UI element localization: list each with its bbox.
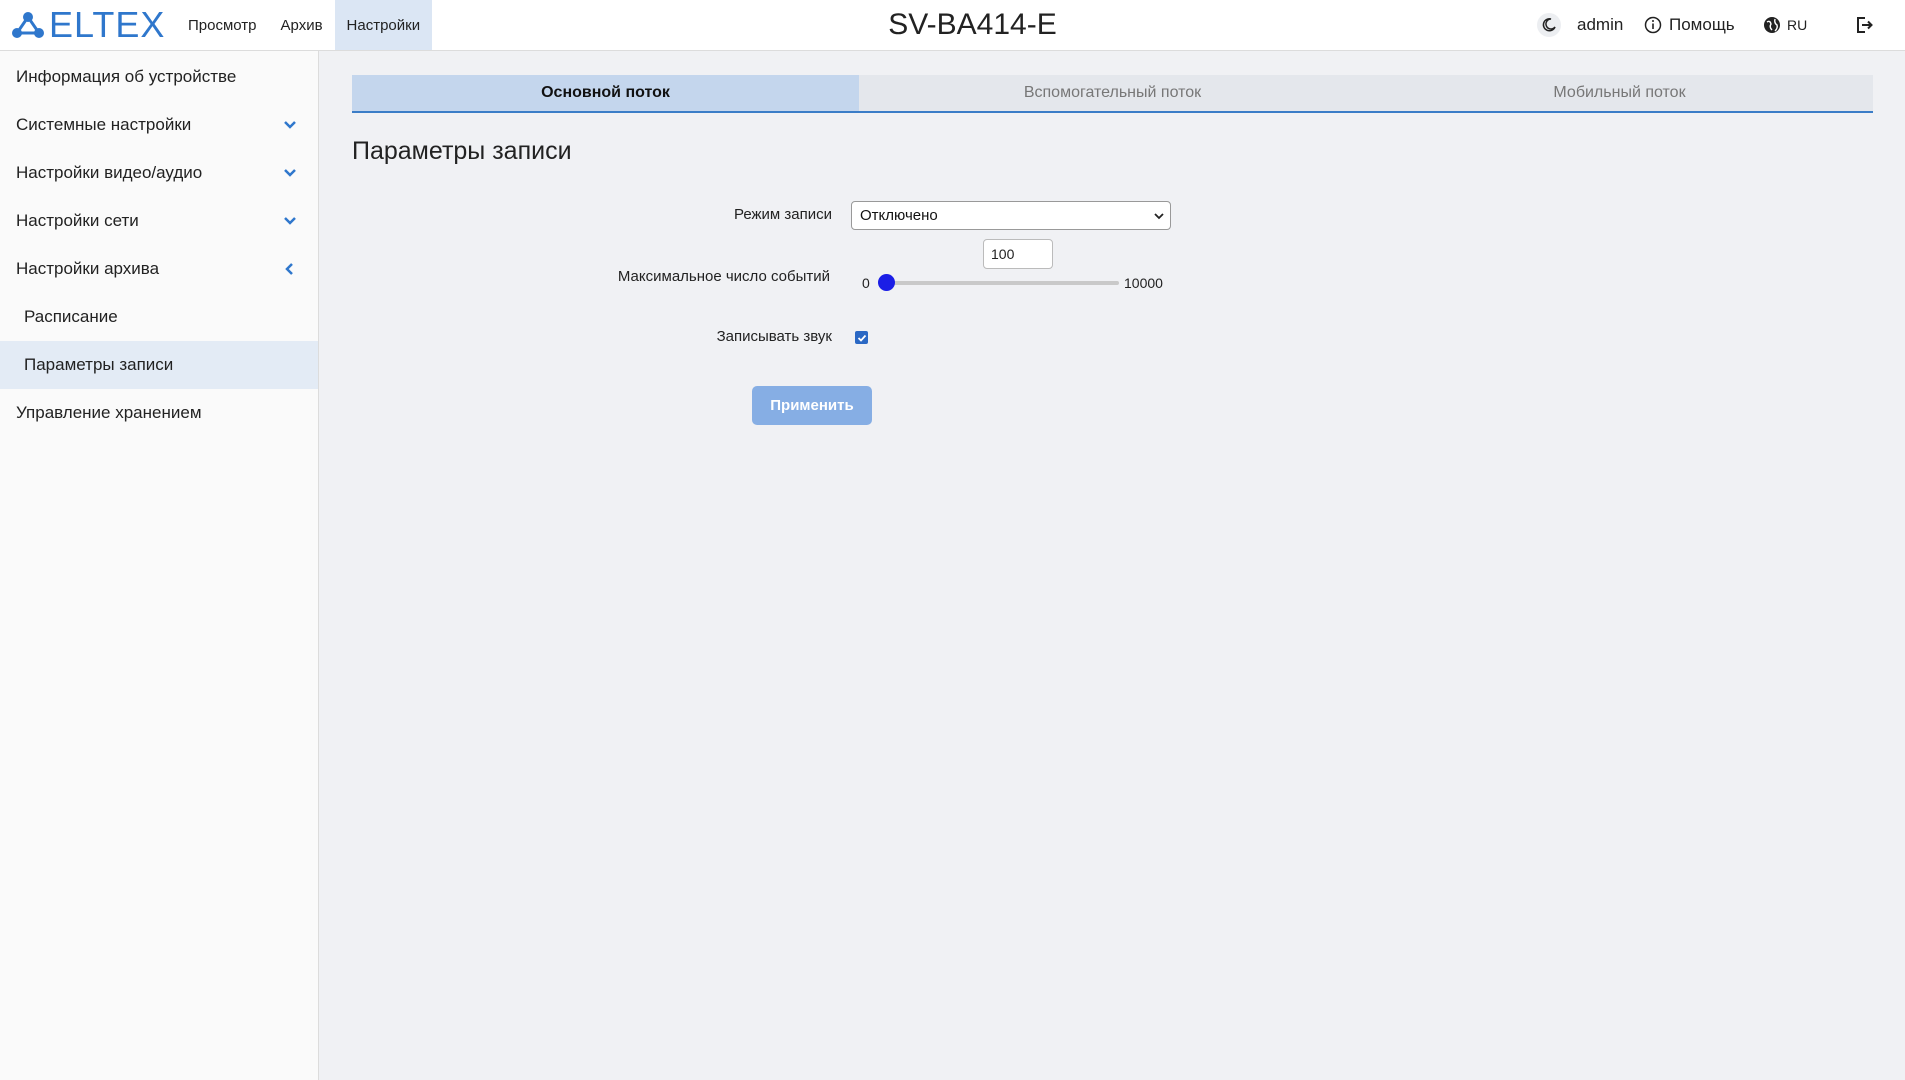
language-label: RU [1787, 17, 1808, 33]
chevron-down-icon [1154, 213, 1164, 220]
slider-max-label: 10000 [1124, 275, 1163, 291]
sidebar-item-storage[interactable]: Управление хранением [0, 389, 318, 437]
globe-icon [1764, 17, 1780, 33]
info-icon [1644, 16, 1662, 34]
max-events-input[interactable]: 100 [983, 239, 1053, 269]
chevron-down-icon [284, 169, 296, 177]
sidebar-item-label: Расписание [24, 307, 118, 326]
moon-icon [1542, 18, 1556, 32]
user-name[interactable]: admin [1577, 0, 1623, 50]
sidebar-item-label: Настройки видео/аудио [16, 163, 203, 182]
stream-tabs: Основной поток Вспомогательный поток Моб… [352, 75, 1873, 113]
slider-min-label: 0 [862, 275, 870, 291]
sidebar-item-label: Управление хранением [16, 403, 202, 422]
max-events-slider-thumb[interactable] [878, 274, 895, 291]
theme-toggle-button[interactable] [1537, 13, 1561, 37]
max-events-label: Максимальное число событий [617, 268, 830, 285]
tab-secondary-stream[interactable]: Вспомогательный поток [859, 75, 1366, 111]
sidebar-item-label: Настройки сети [16, 211, 139, 230]
sidebar-item-label: Настройки архива [16, 259, 160, 278]
chevron-down-icon [284, 217, 296, 225]
sidebar-item-network[interactable]: Настройки сети [0, 197, 318, 245]
sidebar-item-archive-settings[interactable]: Настройки архива [0, 245, 318, 293]
record-mode-value: Отключено [860, 207, 938, 224]
sidebar-item-record-params[interactable]: Параметры записи [0, 341, 318, 389]
record-mode-label: Режим записи [733, 206, 832, 223]
page-title: Параметры записи [352, 137, 572, 165]
sidebar-item-label: Параметры записи [24, 355, 174, 374]
sidebar: Информация об устройстве Системные настр… [0, 51, 319, 1080]
sidebar-item-system-settings[interactable]: Системные настройки [0, 101, 318, 149]
top-header: ELTEX Просмотр Архив Настройки SV-BA414-… [0, 0, 1905, 51]
help-link[interactable]: Помощь [1644, 0, 1735, 50]
max-events-slider-track[interactable] [878, 281, 1119, 285]
tab-main-stream[interactable]: Основной поток [352, 75, 859, 111]
chevron-down-icon [284, 121, 296, 129]
record-sound-label: Записывать звук [716, 328, 832, 345]
sidebar-item-label: Системные настройки [16, 115, 192, 134]
check-icon [857, 334, 866, 342]
help-label: Помощь [1669, 15, 1735, 34]
logout-button[interactable] [1854, 0, 1874, 50]
record-sound-checkbox[interactable] [855, 331, 868, 344]
tab-mobile-stream[interactable]: Мобильный поток [1366, 75, 1873, 111]
sidebar-item-device-info[interactable]: Информация об устройстве [0, 53, 318, 101]
logout-icon [1857, 17, 1873, 33]
sidebar-item-video-audio[interactable]: Настройки видео/аудио [0, 149, 318, 197]
sidebar-item-label: Информация об устройстве [16, 67, 237, 86]
apply-button[interactable]: Применить [752, 386, 872, 425]
record-mode-select[interactable]: Отключено [851, 201, 1171, 230]
chevron-left-icon [285, 263, 293, 275]
language-selector[interactable]: RU [1763, 0, 1807, 50]
sidebar-item-schedule[interactable]: Расписание [0, 293, 318, 341]
